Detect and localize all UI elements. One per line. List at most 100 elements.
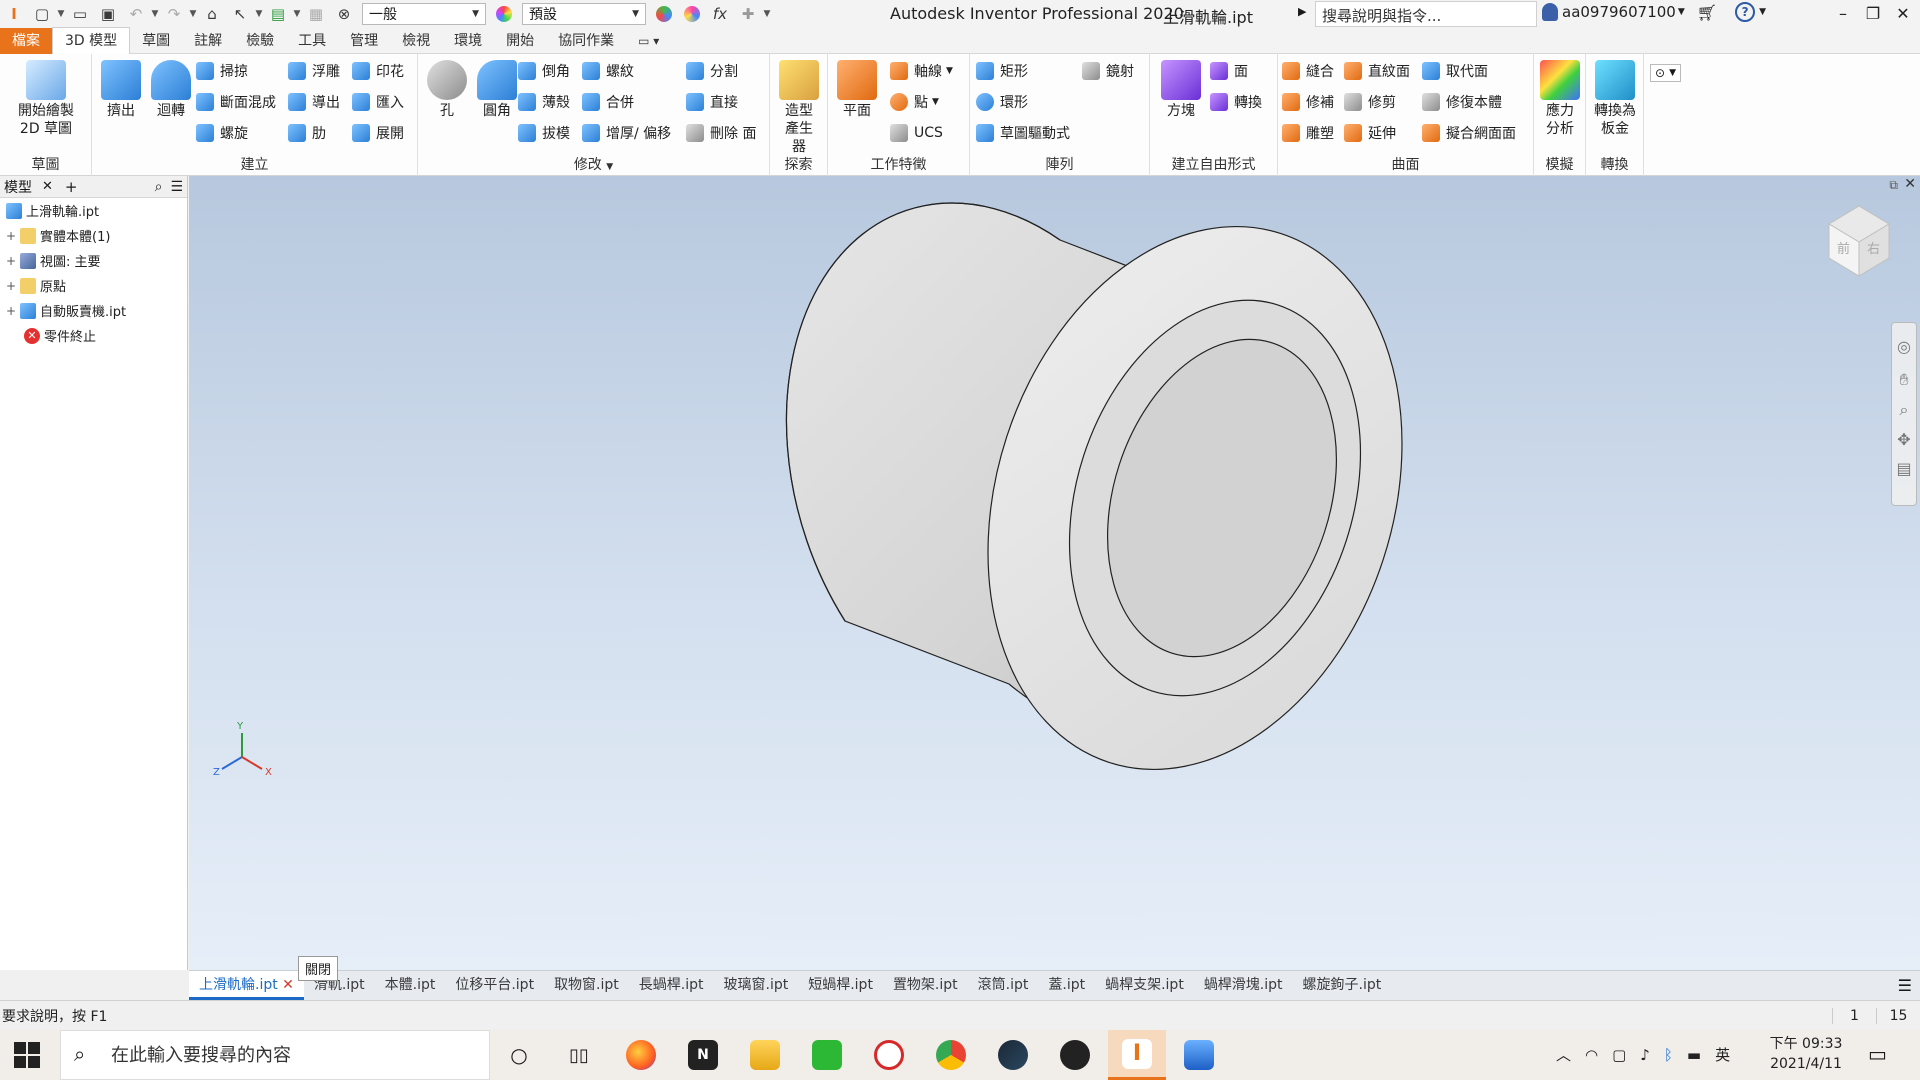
stitch-button[interactable]: 縫合 — [1282, 60, 1334, 82]
bluetooth-icon[interactable]: ᛒ — [1664, 1046, 1673, 1064]
photos-icon[interactable] — [1170, 1030, 1228, 1080]
user-account[interactable]: aa0979607100 ▼ 🛒︎ ? ▼ — [1542, 2, 1766, 22]
axis-button[interactable]: 軸線 ▼ — [890, 60, 953, 82]
fillet-button[interactable]: 圓角 — [472, 60, 522, 120]
sketch-driven-pattern-button[interactable]: 草圖驅動式 — [976, 122, 1070, 144]
minimize-button[interactable]: – — [1828, 0, 1858, 28]
loft-button[interactable]: 斷面混成 — [196, 91, 276, 113]
plane-button[interactable]: 平面 — [832, 60, 882, 120]
firefox-icon[interactable] — [612, 1030, 670, 1080]
doc-tab[interactable]: 位移平台.ipt — [445, 971, 544, 1000]
new-file-icon[interactable]: ▢ — [30, 2, 54, 26]
close-icon[interactable]: ✕ — [42, 179, 53, 194]
update-icon[interactable]: ▤ — [266, 2, 290, 26]
look-at-icon[interactable]: ▤ — [1892, 459, 1916, 478]
replace-face-button[interactable]: 取代面 — [1422, 60, 1488, 82]
expand-icon[interactable]: + — [4, 229, 18, 243]
app-icon[interactable] — [1046, 1030, 1104, 1080]
panel-toggle-icon[interactable]: ▭ ▾ — [626, 28, 671, 54]
cortana-icon[interactable]: ○ — [490, 1030, 548, 1080]
windows-start-icon[interactable] — [14, 1042, 40, 1068]
ribbon-options-dropdown[interactable]: ⊙ ▼ — [1650, 64, 1681, 82]
acrobat-icon[interactable] — [860, 1030, 918, 1080]
repair-bodies-button[interactable]: 修復本體 — [1422, 91, 1502, 113]
import-button[interactable]: 匯入 — [352, 91, 404, 113]
shell-button[interactable]: 薄殼 — [518, 91, 570, 113]
emboss-button[interactable]: 浮雕 — [288, 60, 340, 82]
close-window-button[interactable]: ✕ — [1888, 0, 1918, 28]
tab-3d-model[interactable]: 3D 模型 — [52, 27, 131, 54]
tab-list-menu-icon[interactable]: ☰ — [1898, 976, 1920, 995]
doc-tab[interactable]: 本體.ipt — [375, 971, 446, 1000]
add-icon[interactable]: ✚ — [736, 2, 760, 26]
file-explorer-icon[interactable] — [736, 1030, 794, 1080]
pan-hand-icon[interactable]: ✋︎ — [1892, 370, 1916, 390]
rectangular-pattern-button[interactable]: 矩形 — [976, 60, 1028, 82]
point-button[interactable]: 點 ▼ — [890, 91, 939, 113]
doc-tab[interactable]: 玻璃窗.ipt — [714, 971, 799, 1000]
task-view-icon[interactable]: ▯▯ — [550, 1030, 608, 1080]
thicken-button[interactable]: 增厚/ 偏移 — [582, 122, 671, 144]
tree-item-view[interactable]: + 視圖: 主要 — [0, 248, 187, 273]
tab-file[interactable]: 檔案 — [0, 27, 52, 54]
ime-indicator[interactable]: 英 — [1715, 1044, 1730, 1065]
zoom-icon[interactable]: ⌕ — [1892, 400, 1916, 420]
doc-tab-active[interactable]: 上滑軌輪.ipt ✕ — [189, 971, 304, 1000]
tab-sketch[interactable]: 草圖 — [130, 28, 182, 54]
close-icon[interactable]: ✕ — [282, 977, 294, 993]
material-icon[interactable]: ⊗ — [332, 2, 356, 26]
view-cube-right[interactable]: 右 — [1867, 242, 1880, 257]
chrome-icon[interactable] — [922, 1030, 980, 1080]
sculpt-button[interactable]: 雕塑 — [1282, 122, 1334, 144]
hole-button[interactable]: 孔 — [422, 60, 472, 120]
fit-mesh-face-button[interactable]: 擬合網面面 — [1422, 122, 1516, 144]
select-icon[interactable]: ↖ — [228, 2, 252, 26]
graphics-viewport[interactable]: 前 右 Y Z X ⧉ ✕ ◎ ✋︎ ⌕ ✥ ▤ — [189, 176, 1920, 970]
tab-collaborate[interactable]: 協同作業 — [546, 28, 626, 54]
style-combo[interactable]: 一般 ▼ — [362, 3, 486, 25]
stress-analysis-button[interactable]: 應力分析 — [1538, 60, 1582, 138]
tree-item-part[interactable]: 上滑軌輪.ipt — [0, 198, 187, 223]
freeform-box-button[interactable]: 方塊 — [1156, 60, 1206, 120]
help-icon[interactable]: ? — [1735, 2, 1756, 22]
menu-icon[interactable]: ☰ — [170, 179, 183, 195]
chevron-down-icon[interactable]: ▼ — [56, 9, 66, 19]
tab-annotate[interactable]: 註解 — [182, 28, 234, 54]
tree-item-solid-bodies[interactable]: + 實體本體(1) — [0, 223, 187, 248]
doc-tab[interactable]: 置物架.ipt — [883, 971, 968, 1000]
clear-appearance-icon[interactable] — [680, 2, 704, 26]
chevron-down-icon[interactable]: ▼ — [150, 9, 160, 19]
maximize-view-icon[interactable]: ⧉ — [1889, 178, 1898, 193]
shape-generator-button[interactable]: 造型產生器 — [774, 60, 824, 156]
chevron-down-icon[interactable]: ▼ — [1759, 7, 1766, 17]
cart-icon[interactable]: 🛒︎ — [1697, 3, 1717, 22]
taskbar-search-input[interactable]: 在此輸入要搜尋的內容 — [60, 1030, 490, 1080]
color-wheel-icon[interactable] — [492, 2, 516, 26]
sweep-button[interactable]: 掃掠 — [196, 60, 248, 82]
doc-tab[interactable]: 滾筒.ipt — [968, 971, 1039, 1000]
chevron-down-icon[interactable]: ▼ — [188, 9, 198, 19]
doc-tab[interactable]: 短蝸桿.ipt — [798, 971, 883, 1000]
mirror-button[interactable]: 鏡射 — [1082, 60, 1134, 82]
adjust-appearance-icon[interactable] — [652, 2, 676, 26]
expand-icon[interactable]: + — [4, 304, 18, 318]
tab-environments[interactable]: 環境 — [442, 28, 494, 54]
delete-face-button[interactable]: 刪除 面 — [686, 122, 756, 144]
view-cube[interactable]: 前 右 — [1828, 205, 1890, 277]
doc-tab[interactable]: 長蝸桿.ipt — [629, 971, 714, 1000]
expand-arrow-icon[interactable]: ▶ — [1298, 5, 1306, 18]
volume-icon[interactable]: ♪ — [1640, 1046, 1650, 1064]
open-folder-icon[interactable]: ▭ — [68, 2, 92, 26]
tree-item-origin[interactable]: + 原點 — [0, 273, 187, 298]
meet-now-icon[interactable]: ▢ — [1612, 1046, 1626, 1064]
steering-wheel-icon[interactable]: ◎ — [1892, 337, 1916, 356]
view-cube-front[interactable]: 前 — [1837, 241, 1850, 257]
chamfer-button[interactable]: 倒角 — [518, 60, 570, 82]
direct-button[interactable]: 直接 — [686, 91, 738, 113]
battery-icon[interactable]: ▬ — [1687, 1046, 1701, 1064]
freeform-face-button[interactable]: 面 — [1210, 60, 1248, 82]
revolve-button[interactable]: 迴轉 — [146, 60, 196, 120]
restore-button[interactable]: ❐ — [1858, 0, 1888, 28]
measure-icon[interactable]: ▦ — [304, 2, 328, 26]
tab-inspect[interactable]: 檢驗 — [234, 28, 286, 54]
